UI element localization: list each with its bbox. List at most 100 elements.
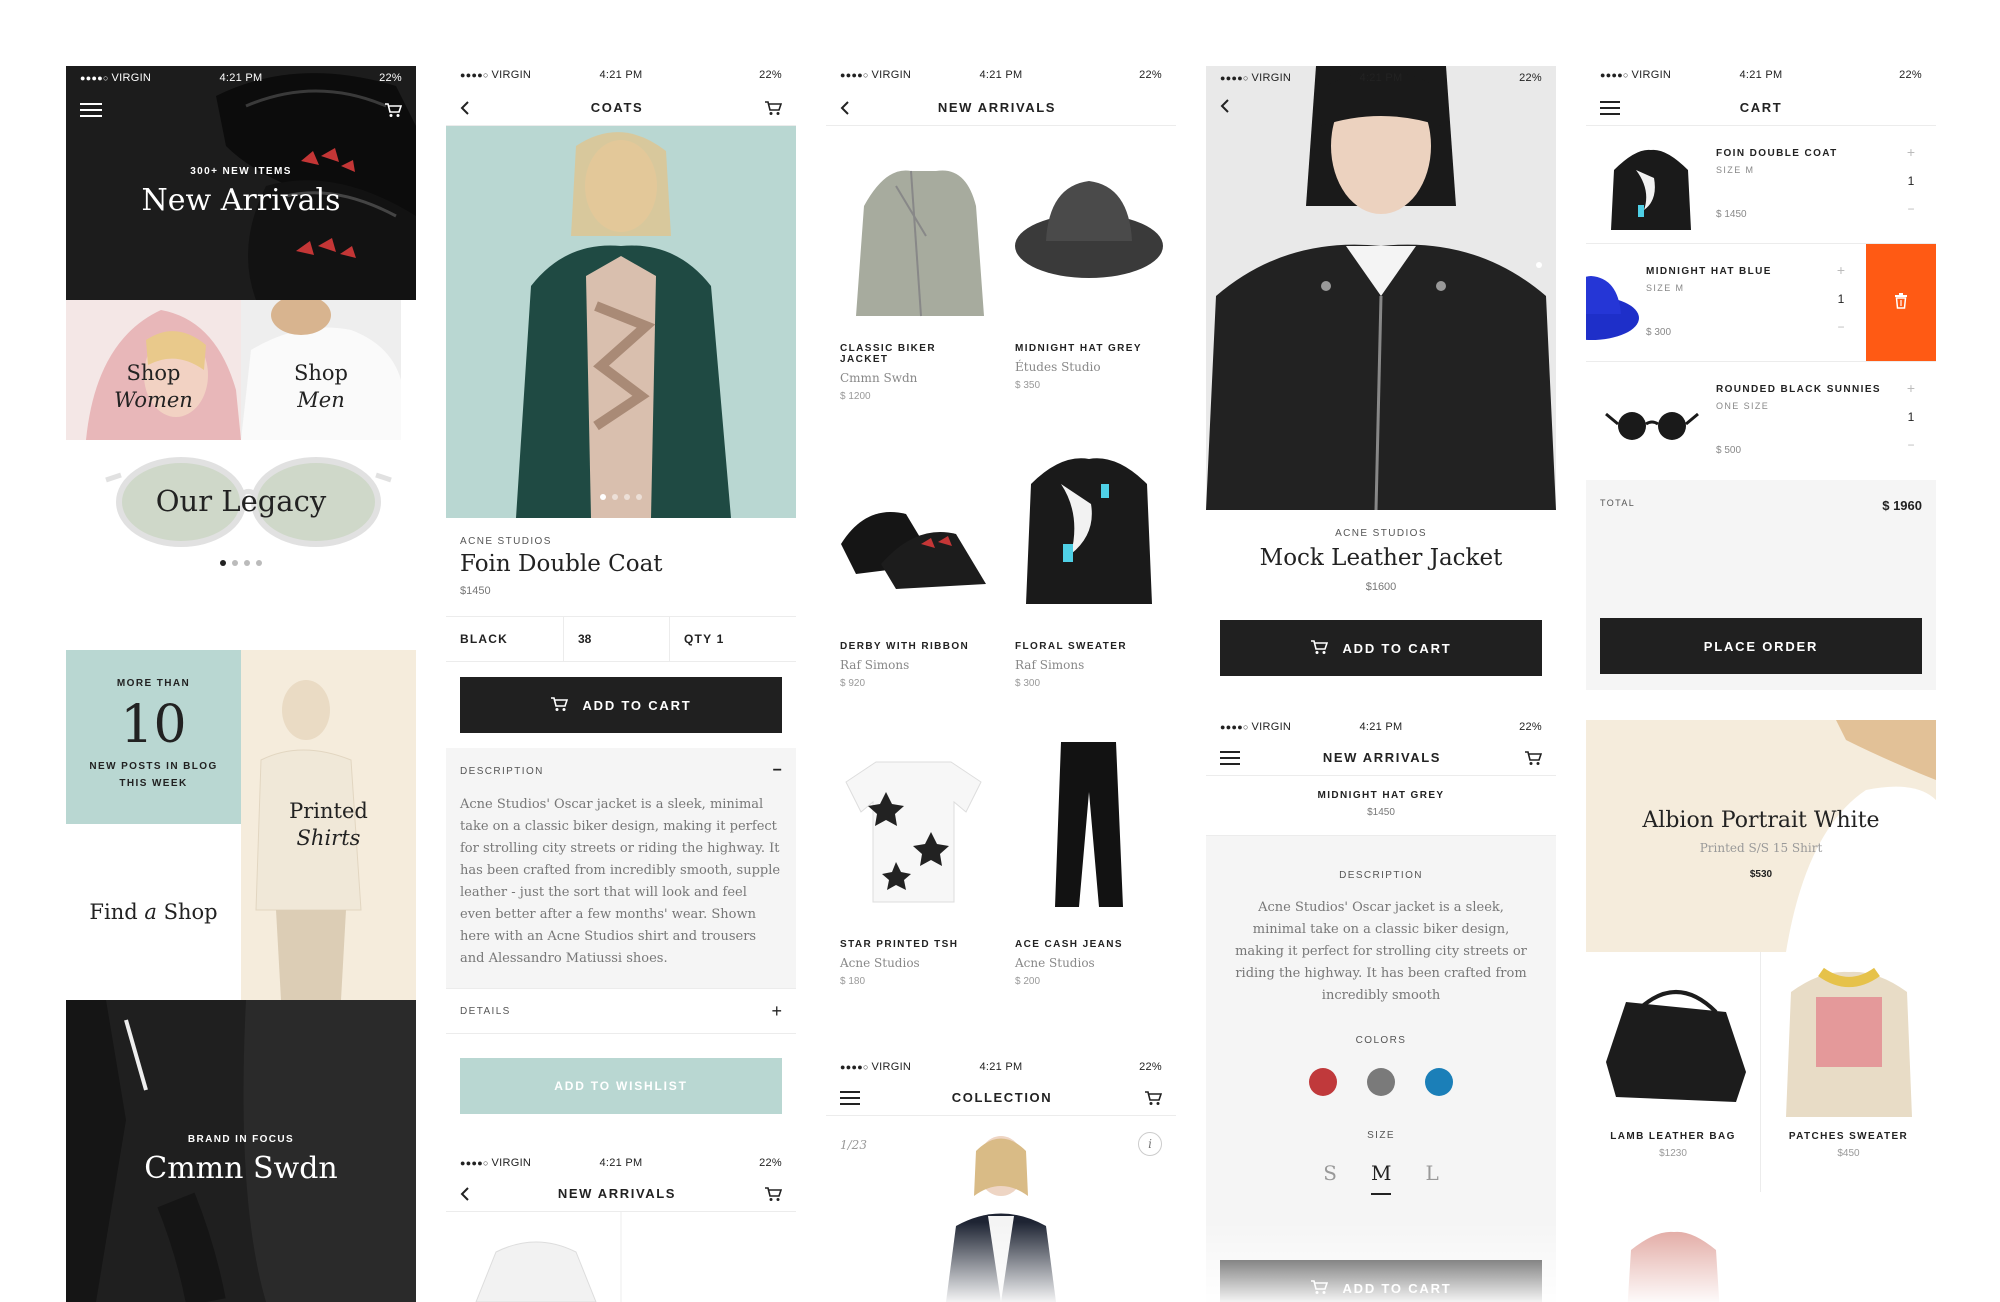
- product-brand: Raf Simons: [1015, 658, 1085, 672]
- increment-button[interactable]: +: [1904, 144, 1918, 160]
- back-icon[interactable]: [1220, 98, 1230, 114]
- pink-sweater-image: [1627, 1231, 1720, 1302]
- cart-item-price: $ 1450: [1716, 209, 1747, 220]
- image-pager-dots[interactable]: [1536, 262, 1542, 268]
- swatch-red[interactable]: [1309, 1068, 1337, 1096]
- new-arrivals-screen: ●●●●○ VIRGIN 4:21 PM 22% NEW ARRIVALS CL…: [826, 60, 1176, 1302]
- add-to-cart-button[interactable]: ADD TO CART: [1220, 620, 1542, 676]
- size-option-m[interactable]: M: [1370, 1161, 1392, 1195]
- our-legacy-carousel[interactable]: Our Legacy: [66, 440, 416, 576]
- cart-item-swiped[interactable]: MIDNIGHT HAT BLUE SIZE M $ 300 + 1 −: [1586, 244, 1936, 362]
- printed-shirts-tile[interactable]: Printed Shirts: [241, 650, 416, 1000]
- back-icon[interactable]: [460, 100, 470, 116]
- find-a-shop-tile[interactable]: Find a Shop: [66, 824, 241, 1000]
- carrier-label: ●●●●○ VIRGIN: [1600, 69, 1672, 81]
- collapse-icon[interactable]: −: [773, 762, 782, 780]
- add-to-cart-button[interactable]: ADD TO CART: [460, 677, 782, 733]
- tile-name: LAMB LEATHER BAG: [1610, 1131, 1736, 1142]
- carrier-text: VIRGIN: [111, 72, 152, 84]
- blog-bottom-label-2: THIS WEEK: [119, 778, 188, 789]
- hero-new-arrivals[interactable]: ●●●●○ VIRGIN 4:21 PM 22% 300+ NEW ITEMS …: [66, 66, 416, 300]
- cart-item-name: FOIN DOUBLE COAT: [1716, 148, 1838, 159]
- size-option-l[interactable]: L: [1425, 1161, 1438, 1195]
- shop-men-tile[interactable]: Shop Men: [241, 300, 401, 440]
- carousel-dots[interactable]: [66, 560, 416, 566]
- menu-icon[interactable]: [80, 102, 102, 118]
- wishlist-label: ADD TO WISHLIST: [554, 1079, 688, 1093]
- product-card[interactable]: CLASSIC BIKER JACKET Cmmn Swdn $ 1200: [826, 126, 1001, 426]
- color-select[interactable]: BLACK: [446, 617, 564, 661]
- status-bar: ●●●●○ VIRGIN 4:21 PM 22%: [446, 1150, 796, 1176]
- product-price: $ 920: [840, 678, 866, 689]
- back-icon[interactable]: [460, 1186, 470, 1202]
- find-a-word: a: [144, 900, 157, 924]
- blog-tile[interactable]: MORE THAN 10 NEW POSTS IN BLOG THIS WEEK: [66, 650, 241, 824]
- add-to-wishlist-button[interactable]: ADD TO WISHLIST: [460, 1058, 782, 1114]
- nav-title: NEW ARRIVALS: [937, 100, 1057, 115]
- delete-button[interactable]: [1866, 244, 1936, 361]
- menu-icon[interactable]: [1600, 100, 1620, 115]
- carrier-text: VIRGIN: [871, 69, 912, 81]
- place-order-button[interactable]: PLACE ORDER: [1600, 618, 1922, 674]
- nav-bar: NEW ARRIVALS: [1206, 740, 1556, 776]
- cart-icon: [1310, 639, 1329, 658]
- back-icon[interactable]: [840, 100, 850, 116]
- details-row[interactable]: DETAILS +: [446, 988, 796, 1034]
- carrier-label: ●●●●○ VIRGIN: [840, 1061, 912, 1073]
- carrier-text: VIRGIN: [491, 1157, 532, 1169]
- product-image[interactable]: [446, 126, 796, 518]
- carrier-text: VIRGIN: [1251, 721, 1292, 733]
- decrement-button[interactable]: −: [1904, 438, 1918, 452]
- cart-item[interactable]: FOIN DOUBLE COAT SIZE M $ 1450 + 1 −: [1586, 126, 1936, 244]
- product-card[interactable]: DERBY WITH RIBBON Raf Simons $ 920: [826, 424, 1001, 724]
- add-to-cart-button[interactable]: ADD TO CART: [1220, 1260, 1542, 1302]
- battery-label: 22%: [1519, 72, 1542, 84]
- description-header[interactable]: DESCRIPTION −: [460, 762, 782, 780]
- product-card[interactable]: FLORAL SWEATER Raf Simons $ 300: [1001, 424, 1176, 724]
- decrement-button[interactable]: −: [1904, 202, 1918, 216]
- cart-icon[interactable]: [1524, 750, 1542, 766]
- image-pager-dots[interactable]: [446, 494, 796, 500]
- product-brand: Études Studio: [1015, 360, 1101, 374]
- hero-subtitle: 300+ NEW ITEMS: [190, 166, 292, 177]
- product-tile[interactable]: LAMB LEATHER BAG $1230: [1586, 952, 1761, 1192]
- swatch-grey[interactable]: [1367, 1068, 1395, 1096]
- brand-in-focus-tile[interactable]: BRAND IN FOCUS Cmmn Swdn: [66, 1000, 416, 1302]
- cart-icon[interactable]: [1144, 1090, 1162, 1106]
- product-card[interactable]: STAR PRINTED TSH Acne Studios $ 180: [826, 722, 1001, 1022]
- menu-icon[interactable]: [840, 1090, 860, 1105]
- carrier-text: VIRGIN: [871, 1061, 912, 1073]
- decrement-button[interactable]: −: [1834, 320, 1848, 334]
- swatch-blue[interactable]: [1425, 1068, 1453, 1096]
- promo-banner[interactable]: Albion Portrait White Printed S/S 15 Shi…: [1586, 720, 1936, 952]
- shop-women-tile[interactable]: Shop Women: [66, 300, 241, 440]
- product-card[interactable]: ACE CASH JEANS Acne Studios $ 200: [1001, 722, 1176, 1022]
- qty-select[interactable]: QTY 1: [670, 617, 796, 661]
- product-name: DERBY WITH RIBBON: [840, 641, 970, 652]
- colors-label: COLORS: [1355, 1035, 1407, 1046]
- product-card[interactable]: MIDNIGHT HAT GREY Études Studio $ 350: [1001, 126, 1176, 426]
- blue-hat-thumbnail: [1586, 276, 1639, 340]
- increment-button[interactable]: +: [1834, 262, 1848, 278]
- battery-label: 22%: [1139, 69, 1162, 81]
- size-option-s[interactable]: S: [1323, 1161, 1337, 1195]
- status-bar: ●●●●○ VIRGIN 4:21 PM 22%: [1586, 60, 1936, 90]
- cart-item[interactable]: ROUNDED BLACK SUNNIES ONE SIZE $ 500 + 1…: [1586, 362, 1936, 480]
- cart-icon[interactable]: [384, 102, 402, 118]
- new-arrivals-preview: ●●●●○ VIRGIN 4:21 PM 22% NEW ARRIVALS: [446, 1150, 796, 1302]
- carrier-label: ●●●●○ VIRGIN: [80, 72, 152, 84]
- shop-women-line1: Shop: [126, 361, 181, 385]
- increment-button[interactable]: +: [1904, 380, 1918, 396]
- product-hero-image[interactable]: ●●●●○ VIRGIN 4:21 PM 22%: [1206, 66, 1556, 510]
- shop-word: Shop: [163, 900, 218, 924]
- menu-icon[interactable]: [1220, 750, 1240, 765]
- cart-icon[interactable]: [764, 1186, 782, 1202]
- product-detail-screen: ●●●●○ VIRGIN 4:21 PM 22% COATS ACNE STUD…: [446, 60, 796, 1302]
- cart-item-price: $ 500: [1716, 445, 1742, 456]
- product-tile[interactable]: PATCHES SWEATER $450: [1761, 952, 1936, 1192]
- item-detail-panel: DESCRIPTION Acne Studios' Oscar jacket i…: [1206, 836, 1556, 1302]
- size-select[interactable]: 38: [564, 617, 670, 661]
- cart-icon[interactable]: [764, 100, 782, 116]
- expand-icon[interactable]: +: [771, 1001, 782, 1022]
- nav-title: NEW ARRIVALS: [1322, 750, 1442, 765]
